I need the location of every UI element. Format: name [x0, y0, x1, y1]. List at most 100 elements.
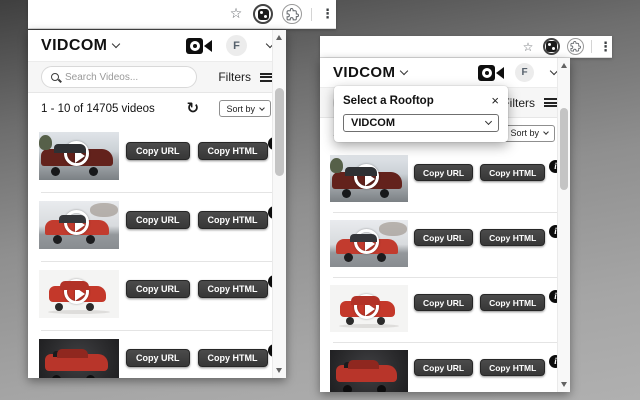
extensions-puzzle-icon[interactable]: [567, 38, 584, 55]
modal-header: Select a Rooftop ×: [343, 94, 499, 107]
copy-html-button[interactable]: Copy HTML: [480, 359, 546, 376]
search-pill[interactable]: [41, 66, 197, 88]
copy-url-button[interactable]: Copy URL: [414, 229, 474, 246]
play-button-icon[interactable]: [64, 210, 89, 235]
search-row: Filters: [28, 62, 286, 93]
browser-toolbar-left: [28, 0, 336, 29]
copy-html-button[interactable]: Copy HTML: [480, 229, 546, 246]
extension-logo-icon: [257, 8, 269, 20]
sort-by-select[interactable]: Sort by: [503, 124, 555, 142]
menu-kebab-icon[interactable]: [321, 5, 329, 23]
video-list-item: Copy URL Copy HTML: [320, 278, 570, 342]
video-thumbnail[interactable]: [330, 350, 408, 392]
video-list: Copy URL Copy HTML Copy URL Copy HTML Copy…: [28, 124, 286, 378]
video-list-item: Copy URL Copy HTML: [28, 262, 286, 330]
chevron-down-icon[interactable]: [400, 66, 409, 75]
rooftop-select-value: VIDCOM: [351, 117, 395, 129]
camera-lens-icon: [496, 66, 504, 79]
camera-body-icon: [478, 64, 495, 81]
vidcom-popup-right: VIDCOM F Filters 1 - 10 of 14705 videos …: [320, 58, 570, 392]
video-list-item: Copy URL Copy HTML: [320, 213, 570, 277]
video-thumbnail[interactable]: [39, 201, 119, 249]
copy-url-button[interactable]: Copy URL: [414, 359, 474, 376]
copy-url-button[interactable]: Copy URL: [126, 142, 190, 160]
brand-title[interactable]: VIDCOM: [41, 37, 107, 55]
select-rooftop-modal: Select a Rooftop × VIDCOM: [334, 86, 508, 142]
popup-header: VIDCOM F: [28, 30, 286, 62]
close-icon[interactable]: ×: [491, 94, 499, 107]
copy-html-button[interactable]: Copy HTML: [480, 164, 546, 181]
copy-url-button[interactable]: Copy URL: [414, 164, 474, 181]
copy-url-button[interactable]: Copy URL: [126, 349, 190, 367]
copy-html-button[interactable]: Copy HTML: [480, 294, 546, 311]
modal-title: Select a Rooftop: [343, 95, 434, 107]
scrollbar-thumb[interactable]: [560, 108, 568, 190]
scrollbar[interactable]: [272, 30, 286, 378]
chevron-down-icon[interactable]: [112, 39, 121, 48]
copy-html-button[interactable]: Copy HTML: [197, 211, 268, 229]
copy-html-button[interactable]: Copy HTML: [197, 142, 268, 160]
video-camera-icon[interactable]: [478, 64, 504, 81]
scroll-up-arrow-icon[interactable]: [560, 63, 567, 68]
sort-by-select[interactable]: Sort by: [219, 100, 271, 117]
play-button-icon[interactable]: [354, 163, 379, 189]
scrollbar-thumb[interactable]: [275, 88, 284, 176]
copy-url-button[interactable]: Copy URL: [126, 211, 190, 229]
brand-title[interactable]: VIDCOM: [333, 64, 395, 81]
vidcom-extension-icon[interactable]: [543, 38, 560, 55]
video-thumbnail[interactable]: [330, 155, 408, 202]
bookmark-star-icon[interactable]: [520, 38, 536, 56]
video-thumbnail[interactable]: [39, 270, 119, 318]
chevron-down-icon: [259, 104, 265, 111]
play-button-icon[interactable]: [64, 279, 89, 304]
video-thumbnail[interactable]: [330, 285, 408, 332]
copy-html-button[interactable]: Copy HTML: [197, 280, 268, 298]
play-button-icon[interactable]: [354, 228, 379, 254]
avatar[interactable]: F: [226, 35, 247, 56]
results-row: 1 - 10 of 14705 videos Sort by: [28, 93, 286, 124]
puzzle-piece-icon: [286, 7, 299, 20]
toolbar-divider: [311, 7, 312, 21]
video-camera-icon[interactable]: [186, 37, 212, 54]
vidcom-popup-left: VIDCOM F Filters 1 - 10 of 14705 videos …: [28, 30, 286, 378]
chevron-down-icon: [484, 117, 493, 125]
scroll-down-arrow-icon[interactable]: [276, 368, 282, 373]
filters-button[interactable]: Filters: [218, 70, 251, 84]
avatar[interactable]: F: [515, 63, 534, 82]
scroll-up-arrow-icon[interactable]: [276, 35, 282, 40]
rooftop-select[interactable]: VIDCOM: [343, 114, 499, 132]
play-button-icon[interactable]: [64, 141, 89, 166]
header-actions: F: [478, 63, 559, 82]
play-button-icon[interactable]: [354, 293, 379, 319]
extension-logo-icon: [546, 41, 557, 52]
video-list-item: Copy URL Copy HTML: [28, 124, 286, 192]
scrollbar[interactable]: [557, 58, 570, 392]
menu-kebab-icon[interactable]: [599, 38, 607, 56]
vidcom-extension-icon[interactable]: [253, 4, 273, 24]
results-count: 1 - 10 of 14705 videos: [41, 102, 155, 115]
toolbar-divider: [591, 40, 592, 53]
camera-lens-icon: [204, 39, 212, 52]
video-list-item: Copy URL Copy HTML: [28, 193, 286, 261]
scroll-down-arrow-icon[interactable]: [560, 382, 567, 387]
video-list-item: Copy URL Copy HTML: [28, 331, 286, 378]
video-thumbnail[interactable]: [330, 220, 408, 267]
video-thumbnail[interactable]: [39, 339, 119, 378]
video-list-item: Copy URL Copy HTML: [320, 343, 570, 392]
popup-header: VIDCOM F: [320, 58, 570, 88]
copy-url-button[interactable]: Copy URL: [126, 280, 190, 298]
video-list: Copy URL Copy HTML Copy URL Copy HTML Copy…: [320, 148, 570, 392]
search-input[interactable]: [65, 71, 187, 83]
refresh-icon[interactable]: [185, 99, 201, 118]
hamburger-menu-icon[interactable]: [544, 98, 557, 107]
chevron-down-icon: [543, 129, 549, 135]
camera-body-icon: [186, 37, 203, 54]
bookmark-star-icon[interactable]: [228, 5, 244, 23]
copy-url-button[interactable]: Copy URL: [414, 294, 474, 311]
copy-html-button[interactable]: Copy HTML: [197, 349, 268, 367]
video-thumbnail[interactable]: [39, 132, 119, 180]
video-list-item: Copy URL Copy HTML: [320, 148, 570, 212]
browser-toolbar-right: [320, 36, 612, 58]
extensions-puzzle-icon[interactable]: [282, 4, 302, 24]
sort-by-label: Sort by: [226, 103, 255, 114]
